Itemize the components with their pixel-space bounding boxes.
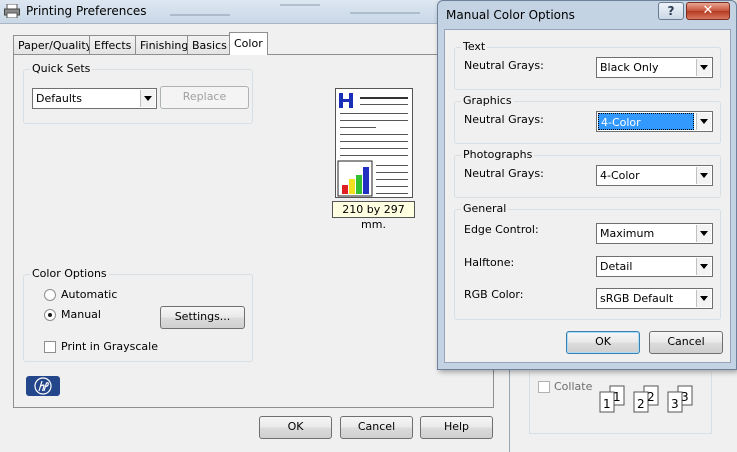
- collate-pages-icon: 1 1 2 2 3 3: [599, 385, 693, 413]
- settings-button-label: Settings...: [174, 310, 231, 323]
- tab-basics[interactable]: Basics: [187, 35, 232, 55]
- ok-button[interactable]: OK: [259, 416, 332, 439]
- dialog-body: Text Neutral Grays: Black Only Graphics …: [444, 29, 731, 363]
- main-titlebar[interactable]: Printing Preferences: [0, 0, 510, 24]
- close-icon[interactable]: ✕: [686, 2, 730, 20]
- collate-page-label: 2: [637, 397, 645, 411]
- graphics-group-caption: Graphics: [461, 94, 514, 107]
- replace-button[interactable]: Replace: [160, 86, 249, 109]
- collate-page-label: 1: [613, 390, 621, 404]
- paper-size-caption: 210 by 297 mm.: [332, 201, 415, 231]
- collate-page-label: 3: [681, 390, 689, 404]
- general-group: General Edge Control: Maximum Halftone: …: [454, 202, 721, 320]
- chevron-down-icon[interactable]: [696, 167, 711, 184]
- edge-control-dropdown[interactable]: Maximum: [596, 223, 713, 244]
- printing-preferences-window: Printing Preferences Paper/Quality Effec…: [0, 0, 510, 452]
- edge-control-label: Edge Control:: [464, 223, 539, 236]
- general-group-caption: General: [461, 202, 509, 215]
- text-group-caption: Text: [461, 40, 488, 53]
- graphics-neutral-grays-dropdown[interactable]: 4-Color: [596, 111, 713, 132]
- dialog-ok-label: OK: [595, 335, 611, 348]
- tab-label: Effects: [94, 39, 132, 52]
- cancel-button[interactable]: Cancel: [340, 416, 413, 439]
- text-neutral-grays-dropdown[interactable]: Black Only: [596, 57, 713, 78]
- dialog-cancel-button[interactable]: Cancel: [649, 331, 723, 354]
- background-window-fragments: [170, 4, 420, 16]
- tab-finishing[interactable]: Finishing: [135, 35, 194, 55]
- collate-page-label: 1: [603, 397, 611, 411]
- chevron-down-icon[interactable]: [696, 113, 711, 130]
- tab-label: Color: [234, 37, 263, 50]
- tab-label: Paper/Quality: [18, 39, 93, 52]
- manual-radio[interactable]: [44, 309, 56, 321]
- help-icon[interactable]: ?: [658, 2, 684, 20]
- printer-icon: [4, 4, 20, 18]
- chevron-down-icon[interactable]: [696, 290, 711, 307]
- manual-color-options-dialog: Manual Color Options ? ✕ Text Neutral Gr…: [437, 0, 737, 370]
- chevron-down-icon[interactable]: [140, 90, 155, 107]
- hp-logo-icon: [26, 376, 60, 396]
- quick-sets-dropdown[interactable]: Defaults: [32, 88, 157, 109]
- halftone-dropdown[interactable]: Detail: [596, 256, 713, 277]
- main-window-title: Printing Preferences: [26, 4, 147, 18]
- photographs-group: Photographs Neutral Grays: 4-Color: [454, 148, 721, 198]
- dialog-cancel-label: Cancel: [667, 335, 705, 348]
- rgb-color-dropdown[interactable]: sRGB Default: [596, 288, 713, 309]
- photographs-neutral-grays-dropdown[interactable]: 4-Color: [596, 165, 713, 186]
- rgb-color-value: sRGB Default: [600, 292, 674, 305]
- photographs-neutral-grays-value: 4-Color: [600, 169, 640, 182]
- automatic-radio[interactable]: [44, 289, 56, 301]
- rgb-color-label: RGB Color:: [464, 288, 524, 301]
- graphics-neutral-grays-value: 4-Color: [598, 113, 694, 130]
- page-preview: [335, 88, 413, 198]
- replace-button-label: Replace: [182, 90, 227, 103]
- collate-label: Collate: [554, 380, 593, 393]
- print-in-grayscale-label: Print in Grayscale: [61, 340, 158, 353]
- graphics-neutral-grays-label: Neutral Grays:: [464, 113, 544, 126]
- collate-checkbox[interactable]: [538, 381, 550, 393]
- cancel-button-label: Cancel: [357, 420, 396, 433]
- ok-button-label: OK: [287, 420, 304, 433]
- document-preview-icon: [337, 92, 408, 197]
- tab-effects[interactable]: Effects: [89, 35, 137, 55]
- settings-button[interactable]: Settings...: [160, 306, 245, 329]
- photographs-neutral-grays-label: Neutral Grays:: [464, 167, 544, 180]
- automatic-label: Automatic: [61, 288, 118, 301]
- collate-page-label: 3: [671, 397, 679, 411]
- tab-color[interactable]: Color: [229, 32, 268, 55]
- text-neutral-grays-label: Neutral Grays:: [464, 59, 544, 72]
- text-neutral-grays-value: Black Only: [600, 61, 659, 74]
- tab-label: Basics: [192, 39, 227, 52]
- quick-sets-value: Defaults: [36, 92, 82, 105]
- print-in-grayscale-checkbox[interactable]: [44, 341, 56, 353]
- collate-page-label: 2: [647, 390, 655, 404]
- help-button[interactable]: Help: [420, 416, 493, 439]
- help-button-label: Help: [443, 420, 470, 433]
- edge-control-value: Maximum: [600, 227, 655, 240]
- color-options-caption: Color Options: [30, 267, 109, 280]
- manual-label: Manual: [61, 308, 101, 321]
- text-group: Text Neutral Grays: Black Only: [454, 40, 721, 90]
- dialog-title: Manual Color Options: [446, 8, 575, 22]
- photographs-group-caption: Photographs: [461, 148, 535, 161]
- chevron-down-icon[interactable]: [696, 225, 711, 242]
- radio-selected-dot: [48, 313, 52, 317]
- chevron-down-icon[interactable]: [696, 258, 711, 275]
- graphics-group: Graphics Neutral Grays: 4-Color: [454, 94, 721, 144]
- tab-label: Finishing: [140, 39, 189, 52]
- halftone-value: Detail: [600, 260, 633, 273]
- quick-sets-caption: Quick Sets: [30, 62, 93, 75]
- dialog-ok-button[interactable]: OK: [566, 331, 640, 354]
- halftone-label: Halftone:: [464, 256, 515, 269]
- tab-paper-quality[interactable]: Paper/Quality: [13, 35, 98, 55]
- chevron-down-icon[interactable]: [696, 59, 711, 76]
